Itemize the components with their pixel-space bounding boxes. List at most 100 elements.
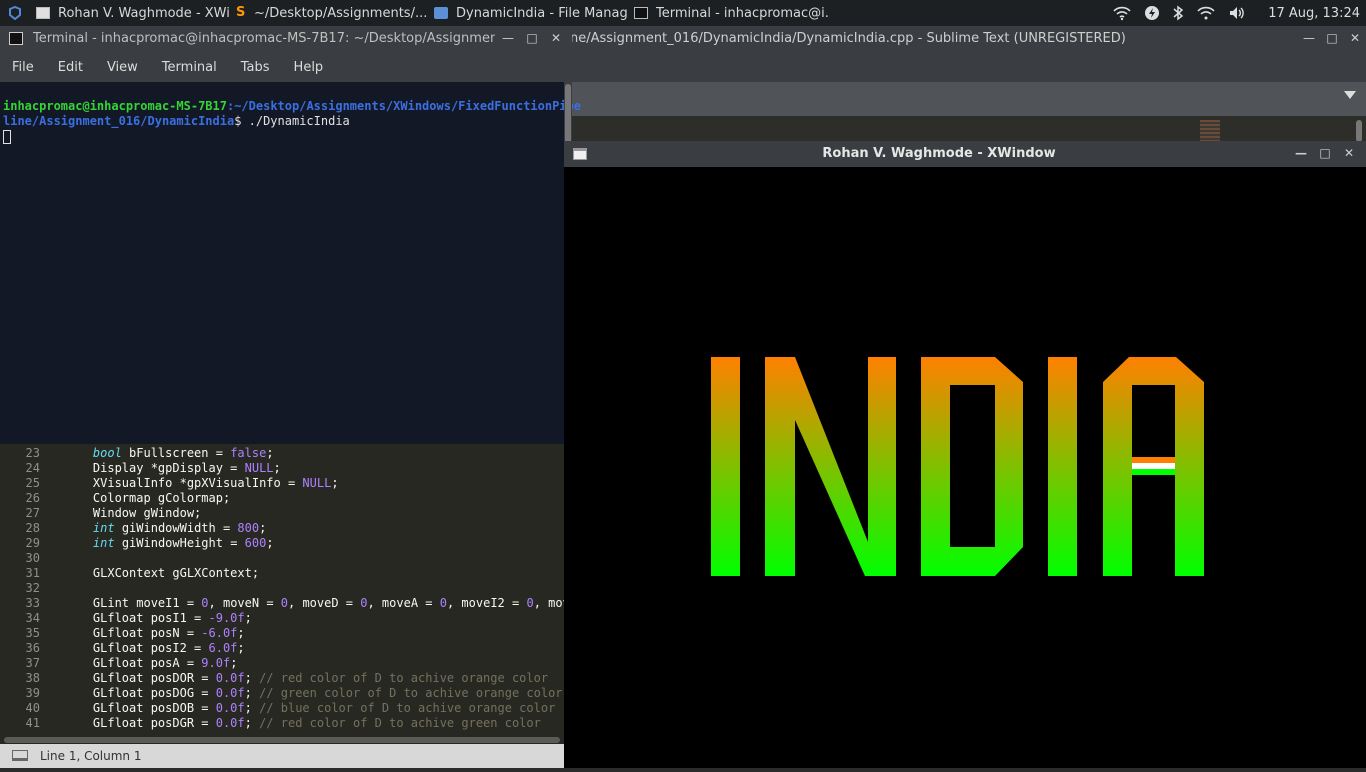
- code-token: GLfloat posI2 =: [64, 641, 209, 655]
- code-line: 34 GLfloat posI1 = -9.0f;: [0, 611, 564, 626]
- system-tray: 17 Aug, 13:24: [1112, 0, 1366, 26]
- code-token: 0: [526, 596, 534, 610]
- code-token: GLfloat posDGR =: [64, 716, 216, 730]
- minimize-icon[interactable]: —: [1302, 31, 1316, 45]
- code-token: ;: [230, 656, 238, 670]
- taskbar-item-terminal[interactable]: Terminal - inhacpromac@i...: [628, 0, 828, 26]
- code-token: ;: [331, 476, 339, 490]
- bluetooth-icon[interactable]: [1172, 5, 1184, 21]
- maximize-icon[interactable]: □: [1325, 31, 1339, 45]
- power-icon[interactable]: [1144, 5, 1160, 21]
- maximize-icon[interactable]: □: [525, 31, 539, 45]
- code-token: false: [230, 446, 267, 460]
- code-horizontal-scrollbar[interactable]: [0, 736, 564, 744]
- close-icon[interactable]: ✕: [549, 31, 563, 45]
- code-line: 29 int giWindowHeight = 600;: [0, 536, 564, 551]
- code-text: GLfloat posDOG = 0.0f; // green color of…: [64, 686, 563, 701]
- taskbar-item-file-manager[interactable]: DynamicIndia - File Manag...: [428, 0, 628, 26]
- scrollbar-thumb[interactable]: [4, 737, 560, 743]
- minimize-icon[interactable]: —: [501, 31, 515, 45]
- code-token: 0.0f: [215, 686, 245, 700]
- line-number: 32: [25, 581, 40, 595]
- terminal-cursor: [3, 129, 11, 144]
- terminal-window-icon: [9, 32, 23, 45]
- editor-scrollbar[interactable]: [1356, 120, 1362, 142]
- sublime-editor-area: [564, 116, 1366, 142]
- scrollbar-thumb[interactable]: [565, 84, 571, 144]
- app-menu-icon: [9, 6, 21, 20]
- sublime-titlebar[interactable]: ne/Assignment_016/DynamicIndia/DynamicIn…: [564, 26, 1366, 52]
- code-token: Colormap gColormap;: [64, 491, 231, 505]
- line-number: 35: [25, 626, 40, 640]
- xwindow-titlebar[interactable]: Rohan V. Waghmode - XWindow — □ ✕: [564, 141, 1366, 167]
- code-token: ;: [237, 626, 245, 640]
- line-number: 30: [25, 551, 40, 565]
- panel-toggle-icon[interactable]: [12, 750, 28, 761]
- code-token: giWindowWidth =: [114, 521, 238, 535]
- opengl-canvas[interactable]: [564, 167, 1366, 768]
- flag-band-white: [1132, 463, 1175, 469]
- letter-d: [921, 357, 1023, 576]
- taskbar-item-label: ~/Desktop/Assignments/...: [254, 5, 428, 21]
- code-token: , moveD =: [288, 596, 361, 610]
- line-number: 27: [25, 506, 40, 520]
- app-menu-button[interactable]: [0, 0, 30, 26]
- tab-list-dropdown-icon[interactable]: [1344, 91, 1356, 99]
- terminal-titlebar[interactable]: Terminal - inhacpromac@inhacpromac-MS-7B…: [0, 26, 572, 52]
- code-text: bool bFullscreen = false;: [64, 446, 274, 461]
- taskbar-item-xwindow[interactable]: Rohan V. Waghmode - XWi...: [30, 0, 230, 26]
- code-token: 600: [244, 536, 267, 550]
- menu-tabs[interactable]: Tabs: [229, 60, 282, 75]
- menu-terminal[interactable]: Terminal: [150, 60, 229, 75]
- network-icon[interactable]: [1196, 5, 1216, 21]
- maximize-icon[interactable]: □: [1318, 146, 1332, 160]
- sublime-menubar: [564, 52, 1366, 82]
- code-token: ;: [259, 521, 267, 535]
- close-icon[interactable]: ✕: [1348, 31, 1362, 45]
- volume-icon[interactable]: [1228, 5, 1246, 21]
- wifi-icon[interactable]: [1112, 5, 1132, 21]
- code-text: int giWindowHeight = 600;: [64, 536, 274, 551]
- code-text: GLfloat posI1 = -9.0f;: [64, 611, 252, 626]
- code-token: 0: [280, 596, 288, 610]
- taskbar-item-sublime[interactable]: S ~/Desktop/Assignments/...: [230, 0, 428, 26]
- close-icon[interactable]: ✕: [1342, 146, 1356, 160]
- code-token: bFullscreen =: [121, 446, 231, 460]
- code-token: GLint moveI1 =: [64, 596, 202, 610]
- code-token: int: [92, 536, 115, 550]
- code-line: 32: [0, 581, 564, 596]
- code-token: // red color of D to achive orange color: [259, 671, 549, 685]
- code-editor[interactable]: 23 bool bFullscreen = false; 24 Display *…: [0, 444, 564, 736]
- clock[interactable]: 17 Aug, 13:24: [1268, 6, 1360, 21]
- window-icon: [36, 7, 50, 19]
- code-token: GLXContext gGLXContext;: [64, 566, 260, 580]
- code-token: ;: [266, 536, 274, 550]
- menu-file[interactable]: File: [0, 60, 46, 75]
- code-token: Window gWindow;: [64, 506, 202, 520]
- sublime-icon: S: [236, 5, 246, 20]
- code-token: // red color of D to achive green color: [259, 716, 541, 730]
- code-token: int: [92, 521, 115, 535]
- menu-edit[interactable]: Edit: [46, 60, 95, 75]
- menu-view[interactable]: View: [95, 60, 150, 75]
- line-number: 28: [25, 521, 40, 535]
- code-token: GLfloat posA =: [64, 656, 202, 670]
- code-line: 27 Window gWindow;: [0, 506, 564, 521]
- terminal-output[interactable]: inhacpromac@inhacpromac-MS-7B17:~/Deskto…: [0, 82, 581, 444]
- minimap[interactable]: [1200, 120, 1220, 142]
- code-token: 0: [439, 596, 447, 610]
- menu-help[interactable]: Help: [282, 60, 336, 75]
- code-text: GLfloat posI2 = 6.0f;: [64, 641, 245, 656]
- code-token: GLfloat posDOG =: [64, 686, 216, 700]
- code-token: 0.0f: [215, 701, 245, 715]
- line-number: 39: [25, 686, 40, 700]
- code-line: 39 GLfloat posDOG = 0.0f; // green color…: [0, 686, 564, 701]
- code-text: GLfloat posA = 9.0f;: [64, 656, 238, 671]
- line-number: 36: [25, 641, 40, 655]
- code-lines: 23 bool bFullscreen = false; 24 Display *…: [0, 444, 564, 731]
- code-token: ;: [273, 461, 281, 475]
- line-number: 34: [25, 611, 40, 625]
- letter-i-second: [1048, 357, 1077, 576]
- code-line: 35 GLfloat posN = -6.0f;: [0, 626, 564, 641]
- minimize-icon[interactable]: —: [1294, 146, 1308, 160]
